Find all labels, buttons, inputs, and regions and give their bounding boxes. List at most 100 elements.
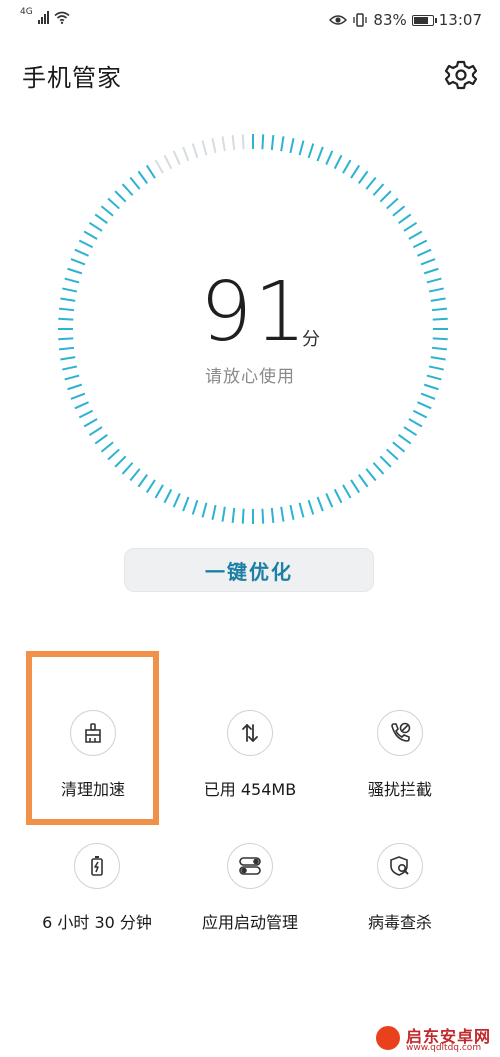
gauge-tick bbox=[430, 356, 446, 361]
watermark: 启东安卓网 www.qdltdq.com bbox=[368, 1018, 500, 1057]
gauge-tick bbox=[431, 346, 448, 351]
page-title: 手机管家 bbox=[22, 64, 122, 92]
gauge-tick bbox=[154, 159, 164, 174]
gauge-tick bbox=[372, 183, 385, 196]
gauge-tick bbox=[221, 506, 226, 522]
tile-label: 已用 454MB bbox=[203, 780, 297, 799]
gauge-tick bbox=[62, 365, 78, 371]
gauge-tick bbox=[114, 455, 127, 468]
gauge-tick bbox=[78, 239, 94, 249]
gauge-tick bbox=[430, 297, 446, 302]
gauge-tick bbox=[172, 493, 181, 508]
gauge-tick bbox=[357, 170, 369, 184]
tile-data-usage[interactable]: 已用 454MB bbox=[175, 710, 325, 800]
gauge-tick bbox=[432, 317, 448, 321]
clock: 13:07 bbox=[438, 11, 482, 29]
gauge-tick bbox=[386, 197, 399, 210]
gauge-tick bbox=[221, 136, 226, 152]
highlight-box bbox=[26, 651, 159, 825]
gauge-tick bbox=[325, 150, 334, 165]
tile-battery[interactable]: 6 小时 30 分钟 bbox=[22, 843, 172, 933]
gauge-tick bbox=[74, 248, 89, 257]
gauge-tick bbox=[333, 488, 343, 504]
gauge-tick bbox=[62, 287, 78, 293]
battery-icon bbox=[411, 14, 437, 26]
gauge-tick bbox=[78, 409, 94, 419]
gauge-tick bbox=[145, 164, 156, 179]
gauge-tick bbox=[325, 493, 334, 508]
gauge-tick bbox=[333, 154, 343, 170]
gauge-tick bbox=[64, 277, 80, 284]
gauge-tick bbox=[417, 248, 432, 257]
gear-icon[interactable] bbox=[444, 58, 478, 92]
gauge-tick bbox=[154, 484, 164, 499]
gauge-tick bbox=[350, 479, 361, 494]
gauge-tick bbox=[172, 150, 181, 165]
virus-scan-icon bbox=[377, 843, 423, 889]
status-left: 4G bbox=[20, 8, 70, 24]
gauge-tick bbox=[423, 383, 439, 391]
one-click-optimize-button[interactable]: 一键优化 bbox=[124, 548, 374, 592]
gauge-tick bbox=[67, 267, 83, 275]
signal-icon bbox=[37, 11, 49, 24]
status-right: 83% 13:07 bbox=[329, 11, 482, 29]
gauge-tick bbox=[58, 317, 74, 321]
gauge-tick bbox=[261, 508, 265, 524]
gauge-tick bbox=[270, 507, 275, 524]
gauge-tick bbox=[428, 365, 444, 371]
gauge-tick bbox=[129, 176, 141, 190]
tile-harassment-block[interactable]: 骚扰拦截 bbox=[325, 710, 475, 800]
gauge-tick bbox=[145, 479, 156, 494]
gauge-tick bbox=[357, 474, 369, 488]
call-block-icon bbox=[377, 710, 423, 756]
gauge-tick bbox=[182, 496, 190, 512]
gauge-tick bbox=[398, 433, 412, 445]
score-subtitle: 请放心使用 bbox=[205, 367, 295, 387]
tile-app-launch[interactable]: 应用启动管理 bbox=[175, 843, 325, 933]
gauge-tick bbox=[58, 346, 75, 351]
gauge-tick bbox=[432, 337, 448, 341]
gauge-tick bbox=[428, 287, 444, 293]
gauge-tick bbox=[417, 401, 432, 410]
gauge-tick bbox=[379, 190, 392, 203]
gauge-tick bbox=[211, 504, 217, 520]
gauge-tick bbox=[100, 205, 114, 217]
gauge-tick bbox=[201, 140, 208, 156]
gauge-tick bbox=[261, 134, 265, 150]
gauge-tick bbox=[58, 307, 75, 312]
tile-virus-scan[interactable]: 病毒查杀 bbox=[325, 843, 475, 933]
gauge-tick bbox=[83, 230, 98, 240]
gauge-tick bbox=[137, 474, 149, 488]
gauge-tick bbox=[307, 499, 315, 515]
gauge-tick bbox=[426, 374, 442, 381]
score-value: 91 bbox=[200, 265, 309, 360]
tile-label: 病毒查杀 bbox=[367, 913, 432, 932]
gauge-tick bbox=[408, 230, 423, 240]
status-bar: 4G 83% 13:07 bbox=[0, 0, 500, 40]
gauge-tick bbox=[88, 426, 103, 437]
watermark-url: www.qdltdq.com bbox=[406, 1043, 482, 1053]
gauge-tick bbox=[392, 205, 406, 217]
gauge-tick bbox=[392, 441, 406, 453]
data-traffic-icon bbox=[227, 710, 273, 756]
gauge-tick bbox=[70, 258, 86, 266]
gauge-tick bbox=[412, 239, 428, 249]
gauge-tick bbox=[191, 499, 199, 515]
tile-label: 应用启动管理 bbox=[201, 913, 298, 932]
gauge-tick bbox=[137, 170, 149, 184]
watermark-logo bbox=[376, 1026, 400, 1050]
gauge-tick bbox=[403, 426, 418, 437]
gauge-tick bbox=[114, 190, 127, 203]
gauge-tick bbox=[298, 140, 305, 156]
gauge-tick bbox=[182, 146, 190, 162]
gauge-tick bbox=[60, 356, 76, 361]
gauge-tick bbox=[94, 433, 108, 445]
gauge-tick bbox=[163, 154, 173, 170]
gauge-tick bbox=[386, 448, 399, 461]
gauge-tick bbox=[64, 374, 80, 381]
gauge-tick bbox=[379, 455, 392, 468]
gauge-tick bbox=[241, 134, 245, 150]
gauge-tick bbox=[426, 277, 442, 284]
gauge-tick bbox=[241, 508, 245, 524]
gauge-tick bbox=[74, 401, 89, 410]
